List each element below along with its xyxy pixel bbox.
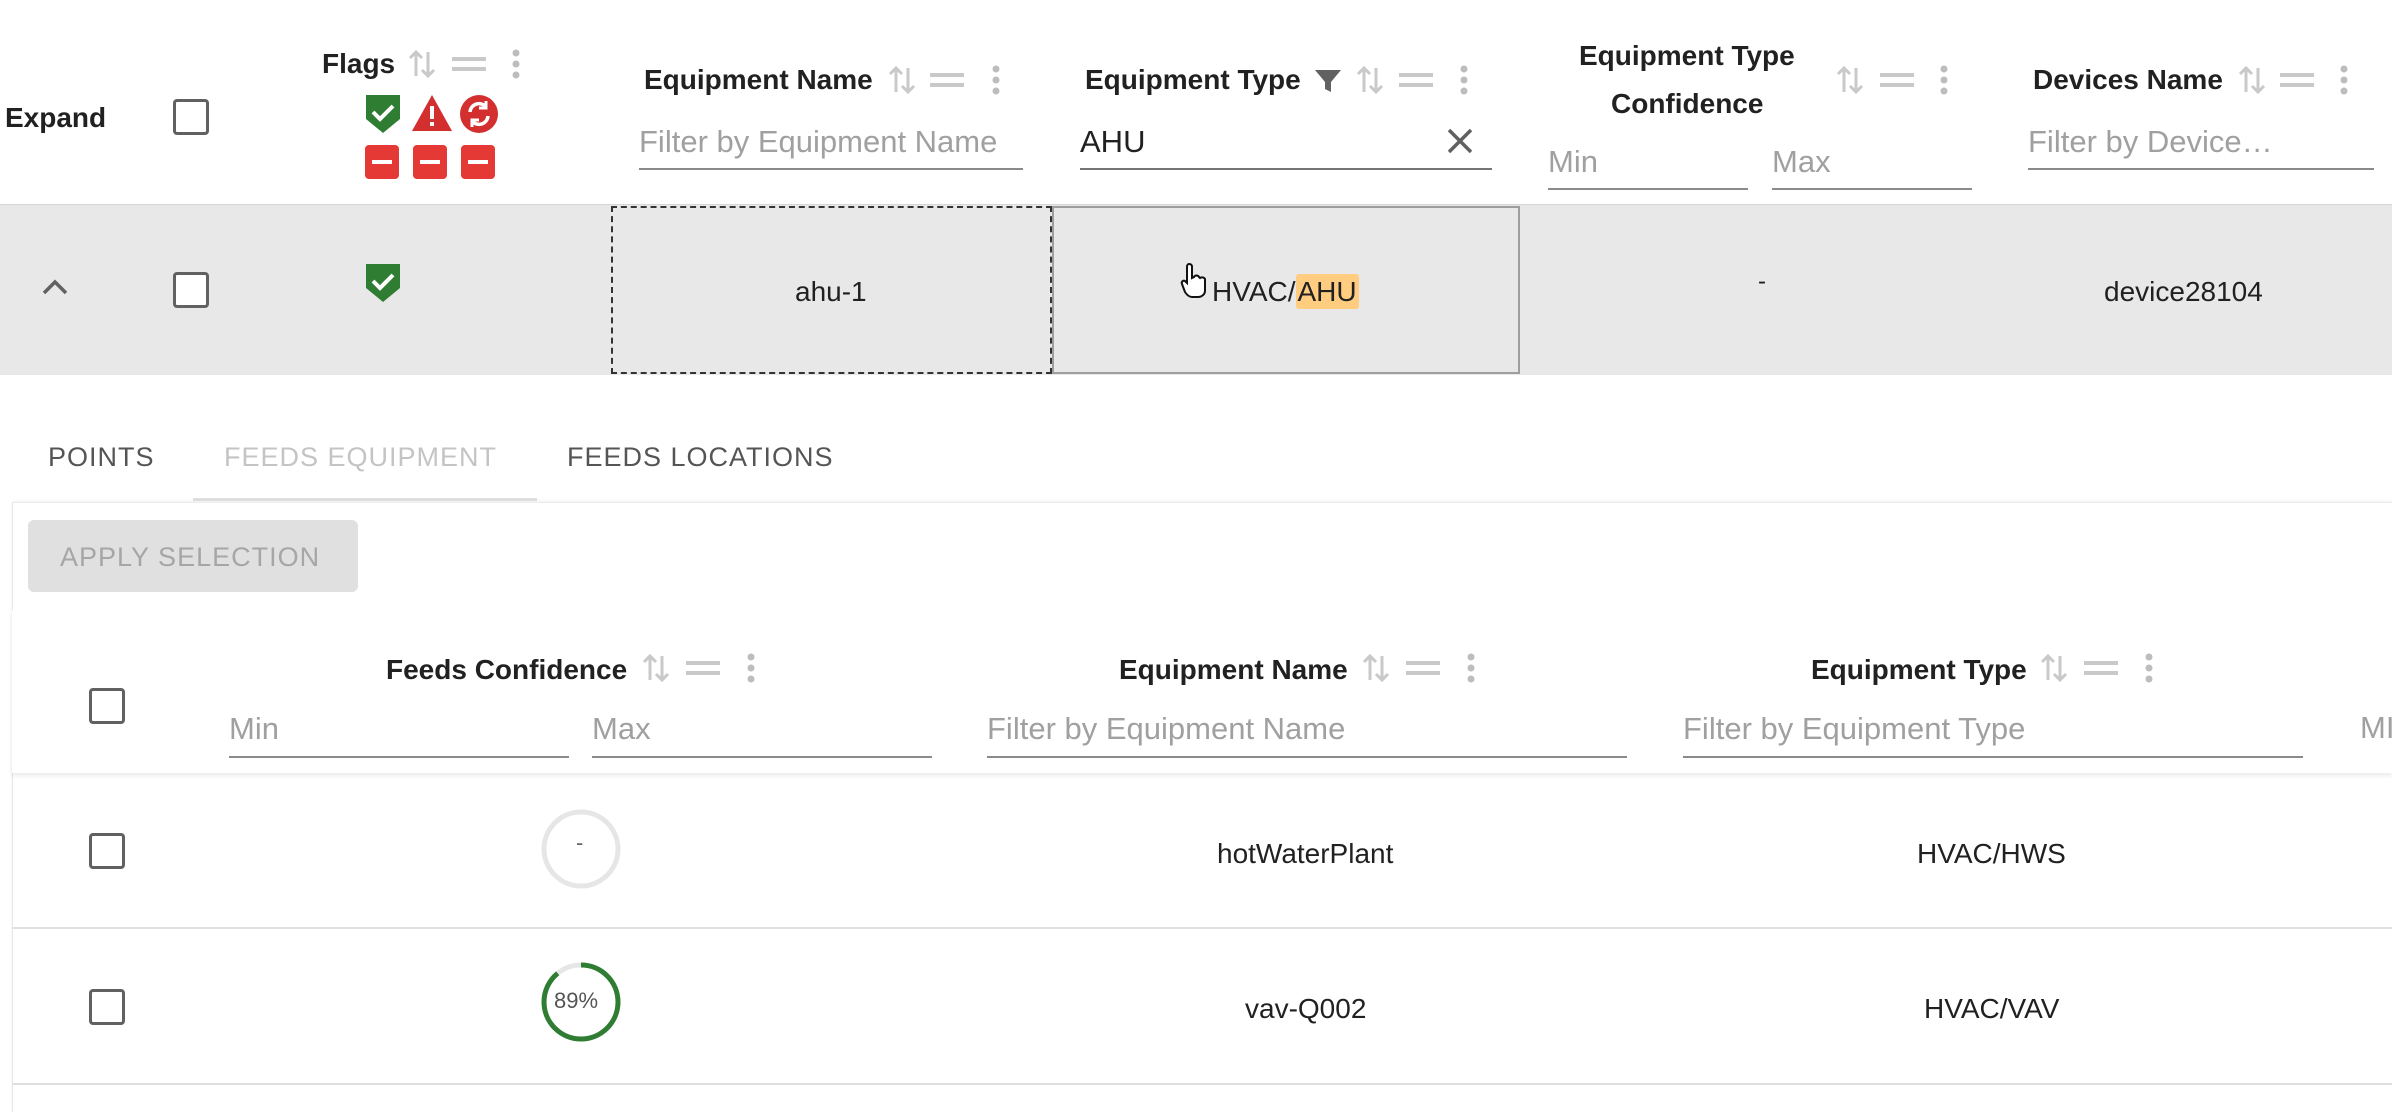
devices-name-filter[interactable]: [2028, 116, 2374, 170]
feeds-equipment-type: HVAC/VAV: [1924, 993, 2060, 1024]
equipment-type-value: HVAC/AHU: [1212, 274, 1359, 309]
feeds-confidence-max-filter[interactable]: [592, 702, 932, 758]
remove-flag-icon[interactable]: [413, 145, 447, 179]
select-all-checkbox[interactable]: [173, 99, 209, 135]
sort-icon[interactable]: [1836, 64, 1864, 96]
verified-shield-icon[interactable]: [364, 93, 402, 135]
drag-handle-icon[interactable]: [930, 70, 964, 90]
sort-icon[interactable]: [408, 48, 436, 80]
chevron-up-icon[interactable]: [41, 278, 69, 296]
equipment-name-column-header: Equipment Name: [644, 64, 873, 95]
column-menu-icon[interactable]: [2338, 64, 2350, 96]
sub-select-all-checkbox[interactable]: [89, 688, 125, 724]
filter-funnel-icon[interactable]: [1314, 68, 1342, 94]
column-menu-icon[interactable]: [1938, 64, 1950, 96]
search-highlight: AHU: [1295, 274, 1359, 309]
column-menu-icon[interactable]: [510, 48, 522, 80]
confidence-ring-label: -: [576, 830, 584, 855]
grid-header: [0, 0, 2392, 204]
refresh-circle-icon[interactable]: [459, 94, 499, 134]
confidence-ring-label: 89%: [554, 988, 599, 1013]
confidence-column-header-line2: Confidence: [1611, 88, 1764, 119]
column-menu-icon[interactable]: [745, 652, 757, 684]
confidence-value: -: [1758, 268, 1766, 295]
sub-equipment-name-column-header: Equipment Name: [1119, 654, 1348, 685]
sort-icon[interactable]: [1356, 64, 1384, 96]
feeds-equipment-type: HVAC/HWS: [1917, 838, 2066, 869]
column-menu-icon[interactable]: [990, 64, 1002, 96]
sub-equipment-type-filter[interactable]: [1683, 702, 2303, 758]
feeds-equipment-name: hotWaterPlant: [1217, 838, 1394, 869]
tab-feeds-locations[interactable]: FEEDS LOCATIONS: [567, 442, 834, 473]
column-menu-icon[interactable]: [2143, 652, 2155, 684]
drag-handle-icon[interactable]: [1880, 70, 1914, 90]
remove-flag-icon[interactable]: [365, 145, 399, 179]
tab-points[interactable]: POINTS: [48, 442, 155, 473]
equipment-name-filter[interactable]: [639, 116, 1023, 170]
equipment-type-column-header: Equipment Type: [1085, 64, 1301, 95]
sort-icon[interactable]: [2238, 64, 2266, 96]
flags-column-header: Flags: [322, 48, 396, 79]
warning-triangle-icon[interactable]: [410, 93, 454, 133]
feeds-confidence-min-filter[interactable]: [229, 702, 569, 758]
tab-indicator: [193, 498, 537, 501]
feeds-equipment-name: vav-Q002: [1245, 993, 1367, 1024]
apply-selection-label: APPLY SELECTION: [60, 542, 321, 572]
devices-name-column-header: Devices Name: [2033, 64, 2223, 95]
drag-handle-icon[interactable]: [452, 54, 486, 74]
verified-shield-icon: [364, 262, 402, 304]
column-menu-icon[interactable]: [1458, 64, 1470, 96]
confidence-column-header-line1: Equipment Type: [1579, 40, 1795, 71]
equipment-type-filter[interactable]: [1080, 116, 1492, 170]
sort-icon[interactable]: [1362, 652, 1390, 684]
sub-equipment-name-filter[interactable]: [987, 702, 1627, 758]
overflow-column-filter[interactable]: MI: [2360, 710, 2392, 746]
confidence-min-filter[interactable]: [1548, 136, 1748, 190]
drag-handle-icon[interactable]: [2280, 70, 2314, 90]
drag-handle-icon[interactable]: [1399, 70, 1433, 90]
column-menu-icon[interactable]: [1465, 652, 1477, 684]
sort-icon[interactable]: [888, 64, 916, 96]
drag-handle-icon[interactable]: [2084, 658, 2118, 678]
sort-icon[interactable]: [2040, 652, 2068, 684]
equipment-type-prefix: HVAC/: [1212, 276, 1296, 307]
drag-handle-icon[interactable]: [686, 658, 720, 678]
expand-column-header: Expand: [5, 102, 107, 133]
feeds-confidence-column-header: Feeds Confidence: [386, 654, 628, 685]
drag-handle-icon[interactable]: [1406, 658, 1440, 678]
remove-flag-icon[interactable]: [461, 145, 495, 179]
pointer-hand-icon: [1180, 262, 1208, 298]
sort-icon[interactable]: [642, 652, 670, 684]
tab-feeds-equipment[interactable]: FEEDS EQUIPMENT: [224, 442, 497, 473]
clear-filter-icon[interactable]: [1445, 126, 1475, 156]
row-checkbox[interactable]: [173, 272, 209, 308]
row-checkbox[interactable]: [89, 833, 125, 869]
row-checkbox[interactable]: [89, 989, 125, 1025]
sub-equipment-type-column-header: Equipment Type: [1811, 654, 2027, 685]
apply-selection-button[interactable]: APPLY SELECTION: [28, 520, 358, 592]
confidence-max-filter[interactable]: [1772, 136, 1972, 190]
device-name-value: device28104: [2104, 276, 2263, 307]
equipment-name-value: ahu-1: [795, 276, 867, 307]
